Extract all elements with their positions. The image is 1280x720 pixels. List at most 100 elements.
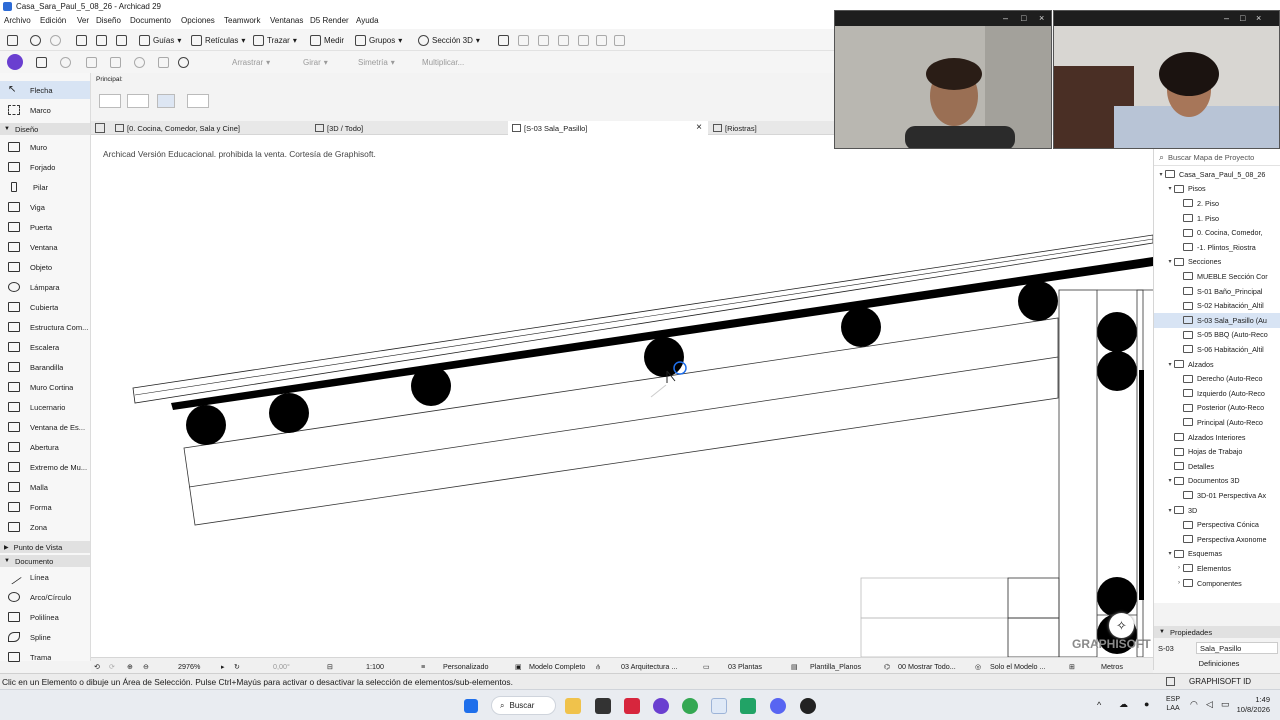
- tool-ventana-esquina[interactable]: Ventana de Es...: [0, 418, 90, 436]
- snap-icon[interactable]: [76, 33, 87, 47]
- chevron-down-icon[interactable]: ▾: [1166, 258, 1174, 265]
- menu-teamwork[interactable]: Teamwork: [224, 16, 260, 25]
- chevron-up-icon[interactable]: ^: [1097, 700, 1101, 710]
- tool-pilar[interactable]: Pilar: [0, 178, 90, 196]
- navigator-item[interactable]: S-06 Habitación_Altil: [1154, 342, 1280, 357]
- tool-marco[interactable]: Marco: [0, 101, 90, 119]
- navigator-item[interactable]: S-03 Sala_Pasillo (Au: [1154, 313, 1280, 328]
- chevron-down-icon[interactable]: ▾: [1166, 185, 1174, 192]
- drawing-canvas[interactable]: Archicad Versión Educacional. prohibida …: [91, 135, 1153, 657]
- tool-arco-circulo[interactable]: Arco/Círculo: [0, 588, 90, 606]
- chrome-icon[interactable]: [682, 698, 698, 714]
- tool-flecha[interactable]: ↖ Flecha: [0, 81, 90, 99]
- navigator-item[interactable]: 0. Cocina, Comedor,: [1154, 225, 1280, 240]
- menu-ventanas[interactable]: Ventanas: [270, 16, 303, 25]
- fillet-icon[interactable]: [558, 33, 569, 47]
- properties-header[interactable]: ▼ Propiedades: [1154, 626, 1280, 638]
- zoom-out-icon[interactable]: ⊖: [143, 662, 149, 671]
- view-angle[interactable]: 0,00°: [273, 662, 290, 671]
- tool-forma[interactable]: Forma: [0, 498, 90, 516]
- tool-objeto[interactable]: Objeto: [0, 258, 90, 276]
- navigator-item[interactable]: Hojas de Trabajo: [1154, 444, 1280, 459]
- tool-muro[interactable]: Muro: [0, 138, 90, 156]
- chevron-right-icon[interactable]: ›: [1175, 565, 1183, 571]
- navigator-item[interactable]: ▾ Casa_Sara_Paul_5_08_26: [1154, 167, 1280, 182]
- reticulas-button[interactable]: Retículas ▾: [191, 33, 245, 47]
- navigator-item[interactable]: 1. Piso: [1154, 211, 1280, 226]
- navigator-item[interactable]: Posterior (Auto-Reco: [1154, 401, 1280, 416]
- zoom-level[interactable]: 2976%: [178, 662, 200, 671]
- undo-zoom-icon[interactable]: ⟲: [94, 662, 100, 671]
- seccion3d-button[interactable]: Sección 3D ▾: [418, 33, 480, 47]
- tool-spline[interactable]: Spline: [0, 628, 90, 646]
- camera-icon[interactable]: [110, 55, 121, 69]
- tool-puerta[interactable]: Puerta: [0, 218, 90, 236]
- navigator-item[interactable]: › Componentes: [1154, 576, 1280, 591]
- punto-de-vista-header[interactable]: ▶ Punto de Vista: [0, 541, 90, 553]
- graphisoft-id[interactable]: GRAPHISOFT ID: [1189, 677, 1251, 686]
- menu-ver[interactable]: Ver: [77, 16, 89, 25]
- menu-ayuda[interactable]: Ayuda: [356, 16, 379, 25]
- redo-zoom-icon[interactable]: ⟳: [109, 662, 115, 671]
- file-explorer-icon[interactable]: [565, 698, 581, 714]
- selection-method-icon[interactable]: [99, 94, 121, 108]
- layout-icon[interactable]: [86, 55, 97, 69]
- tool-forjado[interactable]: Forjado: [0, 158, 90, 176]
- tool-escalera[interactable]: Escalera: [0, 338, 90, 356]
- multiplicar-button[interactable]: Multiplicar...: [422, 55, 464, 69]
- offset-icon[interactable]: [614, 33, 625, 47]
- structure-display[interactable]: Solo el Modelo ...: [990, 662, 1046, 671]
- project-icon[interactable]: [7, 54, 23, 70]
- split-icon[interactable]: [578, 33, 589, 47]
- tab-s03-sala-pasillo[interactable]: [S-03 Sala_Pasillo] ×: [508, 121, 708, 135]
- video-tile-participant-1[interactable]: – □ ×: [834, 10, 1052, 149]
- archicad-icon[interactable]: [711, 698, 727, 714]
- tool-malla[interactable]: Malla: [0, 478, 90, 496]
- spiral-icon[interactable]: [134, 55, 145, 69]
- units-option[interactable]: Metros: [1101, 662, 1123, 671]
- intersect-icon[interactable]: [518, 33, 529, 47]
- template-option[interactable]: Plantilla_Planos: [810, 662, 861, 671]
- clock[interactable]: 1:49 10/8/2026: [1228, 695, 1270, 715]
- render-icon[interactable]: [60, 55, 71, 69]
- tab-riostras[interactable]: [Riostras]: [709, 121, 835, 135]
- syringe-icon[interactable]: [116, 33, 127, 47]
- language-indicator[interactable]: ESP LAA: [1166, 695, 1180, 713]
- zoom-in-icon[interactable]: ⊕: [127, 662, 133, 671]
- app-icon[interactable]: [653, 698, 669, 714]
- chevron-down-icon[interactable]: ▾: [1166, 550, 1174, 557]
- arrastrar-button[interactable]: Arrastrar ▾: [232, 55, 270, 69]
- app-icon[interactable]: [595, 698, 611, 714]
- layer-combination[interactable]: Personalizado: [443, 662, 489, 671]
- rotate-view-icon[interactable]: ↻: [234, 662, 240, 671]
- close-icon[interactable]: ×: [1256, 13, 1261, 23]
- tool-trama[interactable]: Trama: [0, 648, 90, 666]
- trazar-button[interactable]: Trazar ▾: [253, 33, 297, 47]
- close-tab-icon[interactable]: ×: [696, 122, 702, 133]
- tab-3d-todo[interactable]: [3D / Todo]: [311, 121, 511, 135]
- menu-documento[interactable]: Documento: [130, 16, 171, 25]
- gear-icon[interactable]: [800, 698, 816, 714]
- chevron-down-icon[interactable]: ▾: [1166, 477, 1174, 484]
- tool-lampara[interactable]: Lámpara: [0, 278, 90, 296]
- redo-icon[interactable]: [50, 33, 61, 47]
- show-all-option[interactable]: 00 Mostrar Todo...: [898, 662, 956, 671]
- chevron-down-icon[interactable]: ▾: [1157, 171, 1165, 178]
- volume-icon[interactable]: ◁: [1206, 699, 1213, 710]
- home-icon[interactable]: [7, 33, 18, 47]
- navigator-item[interactable]: S-01 Baño_Principal: [1154, 284, 1280, 299]
- navigator-item[interactable]: S-05 BBQ (Auto-Reco: [1154, 328, 1280, 343]
- navigator-item[interactable]: Derecho (Auto-Reco: [1154, 371, 1280, 386]
- gear-icon[interactable]: [178, 55, 189, 69]
- cube-icon[interactable]: [158, 55, 169, 69]
- maximize-icon[interactable]: □: [1240, 13, 1245, 23]
- model-view-option[interactable]: Modelo Completo: [529, 662, 585, 671]
- chevron-down-icon[interactable]: ▾: [1166, 361, 1174, 368]
- tool-polilinea[interactable]: Polilínea: [0, 608, 90, 626]
- guias-button[interactable]: Guías ▾: [139, 33, 181, 47]
- navigator-item[interactable]: Izquierdo (Auto-Reco: [1154, 386, 1280, 401]
- wifi-icon[interactable]: ◠: [1190, 699, 1198, 710]
- navigator-item[interactable]: 2. Piso: [1154, 196, 1280, 211]
- microphone-icon[interactable]: ●: [1144, 699, 1149, 709]
- close-icon[interactable]: ×: [1039, 13, 1044, 23]
